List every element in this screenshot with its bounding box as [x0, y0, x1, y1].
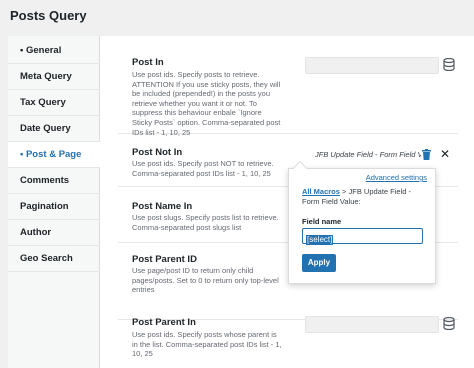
field-description: Use post ids. Specify posts whose parent…	[132, 330, 282, 359]
sidebar-item-geo-search[interactable]: Geo Search	[8, 246, 100, 272]
field-row-post-in: Post In Use post ids. Specify posts to r…	[118, 46, 458, 137]
field-name-value: [select]	[306, 235, 334, 245]
post-not-in-value[interactable]: JFB Update Field - Form Field Va...	[305, 147, 421, 163]
field-label: Post Parent In	[132, 317, 196, 328]
page-title: Posts Query	[10, 8, 87, 23]
field-name-input[interactable]: [select]	[302, 228, 423, 245]
field-row-post-parent-in: Post Parent In Use post ids. Specify pos…	[118, 304, 458, 368]
macro-breadcrumb: All Macros > JFB Update Field - Form Fie…	[302, 187, 430, 207]
field-description: Use post ids. Specify posts to retrieve.…	[132, 70, 281, 137]
field-name-label: Field name	[302, 217, 342, 226]
sidebar-item-author[interactable]: Author	[8, 220, 100, 246]
sidebar-item-post-page[interactable]: • Post & Page	[8, 142, 101, 168]
field-description: Use post slugs. Specify posts list to re…	[132, 213, 279, 232]
field-description: Use post ids. Specify post NOT to retrie…	[132, 159, 274, 178]
close-icon[interactable]: ✕	[440, 148, 450, 160]
sidebar-item-general[interactable]: • General	[8, 38, 100, 64]
database-icon[interactable]	[443, 317, 455, 330]
sidebar-item-meta-query[interactable]: Meta Query	[8, 64, 100, 90]
macros-popup: Advanced settings All Macros > JFB Updat…	[288, 160, 436, 284]
field-label: Post Parent ID	[132, 254, 197, 265]
trash-icon[interactable]	[422, 149, 431, 160]
advanced-settings-link[interactable]: Advanced settings	[366, 173, 427, 182]
sidebar-item-tax-query[interactable]: Tax Query	[8, 90, 100, 116]
sidebar-item-pagination[interactable]: Pagination	[8, 194, 100, 220]
sidebar-item-comments[interactable]: Comments	[8, 168, 100, 194]
sidebar-item-date-query[interactable]: Date Query	[8, 116, 100, 142]
field-description: Use page/post ID to return only child pa…	[132, 266, 279, 295]
sidebar: • General Meta Query Tax Query Date Quer…	[8, 36, 101, 368]
post-in-input[interactable]	[305, 57, 439, 74]
post-parent-in-input[interactable]	[305, 316, 439, 333]
field-label: Post Not In	[132, 147, 183, 158]
field-label: Post Name In	[132, 201, 193, 212]
field-label: Post In	[132, 57, 164, 68]
database-icon[interactable]	[443, 58, 455, 71]
all-macros-link[interactable]: All Macros	[302, 187, 340, 196]
apply-button[interactable]: Apply	[302, 254, 336, 272]
